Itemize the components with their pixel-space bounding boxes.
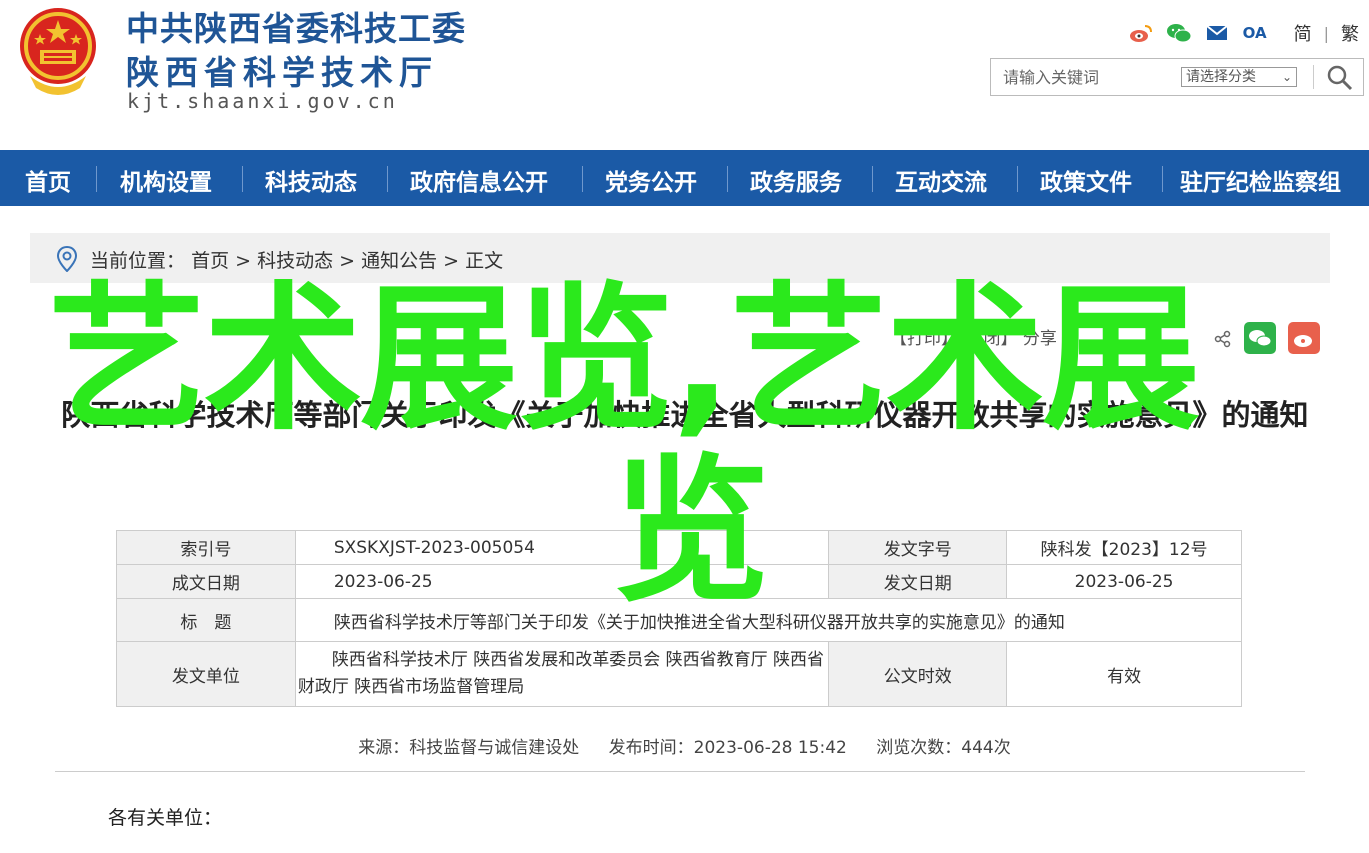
national-emblem-icon <box>20 8 96 95</box>
nav-separator <box>872 166 873 192</box>
info-value: 2023-06-25 <box>294 564 830 599</box>
info-value: SXSKXJST-2023-005054 <box>294 530 830 565</box>
nav-separator <box>1017 166 1018 192</box>
info-label: 发文字号 <box>828 530 1008 565</box>
chevron-down-icon: ⌄ <box>1281 70 1292 84</box>
nav-item-gov-info[interactable]: 政府信息公开 <box>410 163 548 197</box>
nav-item-services[interactable]: 政务服务 <box>750 163 842 197</box>
article-source: 来源：科技监督与诚信建设处 <box>358 738 580 758</box>
info-label: 发文单位 <box>116 641 296 707</box>
article-meta: 来源：科技监督与诚信建设处 发布时间：2023-06-28 15:42 浏览次数… <box>0 733 1369 758</box>
category-select-value: 请选择分类 <box>1186 69 1256 85</box>
info-label: 发文日期 <box>828 564 1008 599</box>
mail-icon[interactable] <box>1204 20 1230 46</box>
article-views: 浏览次数：444次 <box>876 738 1011 758</box>
wechat-icon[interactable] <box>1166 20 1192 46</box>
oa-icon[interactable]: OA <box>1242 20 1268 46</box>
org-name-line2: 陕西省科学技术厅 <box>126 53 438 92</box>
weibo-icon[interactable] <box>1128 20 1154 46</box>
nav-item-organization[interactable]: 机构设置 <box>120 163 212 197</box>
share-icon[interactable] <box>1214 330 1232 348</box>
table-row: 发文单位 陕西省科学技术厅 陕西省发展和改革委员会 陕西省教育厅 陕西省财政厅 … <box>116 641 1242 707</box>
info-value: 2023-06-25 <box>1006 564 1242 599</box>
search-input[interactable] <box>1001 67 1175 88</box>
share-weibo-icon[interactable] <box>1288 322 1320 354</box>
nav-separator <box>242 166 243 192</box>
nav-separator <box>387 166 388 192</box>
divider <box>55 771 1305 772</box>
table-row: 标 题 陕西省科学技术厅等部门关于印发《关于加快推进全省大型科研仪器开放共享的实… <box>116 598 1243 642</box>
nav-item-policy[interactable]: 政策文件 <box>1040 163 1132 197</box>
nav-item-inspection[interactable]: 驻厅纪检监察组 <box>1180 163 1341 197</box>
breadcrumb-prefix: 当前位置： <box>90 250 186 272</box>
article-title: 陕西省科学技术厅等部门关于印发《关于加快推进全省大型科研仪器开放共享的实施意见》… <box>61 398 1309 432</box>
nav-separator <box>582 166 583 192</box>
table-row: 索引号 SXSKXJST-2023-005054 发文字号 陕科发【2023】1… <box>116 530 1242 565</box>
nav-item-party-affairs[interactable]: 党务公开 <box>605 163 697 197</box>
search-icon[interactable] <box>1325 63 1355 93</box>
nav-item-news[interactable]: 科技动态 <box>265 163 357 197</box>
nav-separator <box>727 166 728 192</box>
breadcrumb-separator: > <box>437 250 466 272</box>
nav-item-home[interactable]: 首页 <box>25 163 71 197</box>
org-name-line1: 中共陕西省委科技工委 <box>126 9 466 48</box>
main-nav: 首页 机构设置 科技动态 政府信息公开 党务公开 政务服务 互动交流 政策文件 … <box>0 150 1369 206</box>
breadcrumb-separator: > <box>333 250 362 272</box>
header-icon-bar: OA 简 | 繁 <box>1128 20 1359 46</box>
search-bar: 请选择分类 ⌄ <box>990 58 1364 96</box>
breadcrumb-home[interactable]: 首页 <box>191 250 229 272</box>
nav-separator <box>1162 166 1163 192</box>
info-label: 标 题 <box>116 598 296 642</box>
article-salutation: 各有关单位： <box>108 807 223 829</box>
nav-separator <box>96 166 97 192</box>
info-value: 陕科发【2023】12号 <box>1006 530 1242 565</box>
breadcrumb-news[interactable]: 科技动态 <box>257 250 333 272</box>
share-wechat-icon[interactable] <box>1244 322 1276 354</box>
document-info-table: 索引号 SXSKXJST-2023-005054 发文字号 陕科发【2023】1… <box>116 530 1243 707</box>
article-published: 发布时间：2023-06-28 15:42 <box>608 738 847 758</box>
lang-traditional-link[interactable]: 繁 <box>1341 20 1359 46</box>
info-label: 索引号 <box>116 530 296 565</box>
table-row: 成文日期 2023-06-25 发文日期 2023-06-25 <box>116 564 1242 599</box>
lang-separator: | <box>1323 23 1329 43</box>
breadcrumb-current: 正文 <box>465 250 504 272</box>
breadcrumb: 当前位置： 首页 > 科技动态 > 通知公告 > 正文 <box>30 233 1330 283</box>
search-divider <box>1313 65 1314 89</box>
location-pin-icon <box>56 246 78 272</box>
site-domain: kjt.shaanxi.gov.cn <box>127 89 398 113</box>
info-label: 公文时效 <box>828 641 1008 707</box>
category-select[interactable]: 请选择分类 ⌄ <box>1181 67 1297 87</box>
nav-item-interaction[interactable]: 互动交流 <box>895 163 987 197</box>
breadcrumb-notices[interactable]: 通知公告 <box>361 250 437 272</box>
lang-simplified-link[interactable]: 简 <box>1294 20 1312 46</box>
info-value: 有效 <box>1006 641 1242 707</box>
info-value: 陕西省科学技术厅等部门关于印发《关于加快推进全省大型科研仪器开放共享的实施意见》… <box>294 598 1243 642</box>
article-tools[interactable]: 【打印】【关闭】 分享 <box>890 324 1057 349</box>
info-label: 成文日期 <box>116 564 296 599</box>
breadcrumb-text: 当前位置： 首页 > 科技动态 > 通知公告 > 正文 <box>90 246 503 273</box>
breadcrumb-separator: > <box>229 250 258 272</box>
info-value: 陕西省科学技术厅 陕西省发展和改革委员会 陕西省教育厅 陕西省财政厅 陕西省市场… <box>294 641 830 707</box>
